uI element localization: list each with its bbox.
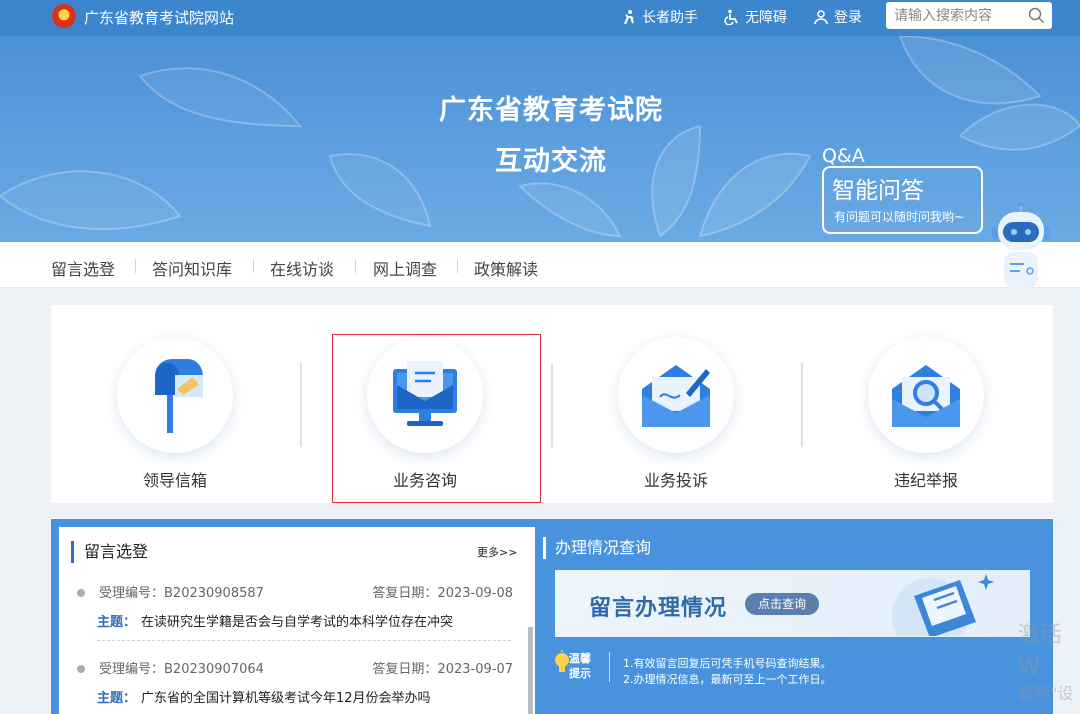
bullet-dot xyxy=(77,589,85,597)
qa-label: Q&A xyxy=(822,145,865,167)
elderly-assistant-link[interactable]: 长者助手 xyxy=(621,7,698,27)
qa-title: 智能问答 xyxy=(832,178,924,204)
site-name[interactable]: 广东省教育考试院网站 xyxy=(84,7,234,28)
nav-divider xyxy=(457,259,458,273)
smart-qa-bubble[interactable]: 智能问答 有问题可以随时问我哟~ xyxy=(822,166,983,234)
top-bar: 广东省教育考试院网站 长者助手 无障碍 登录 xyxy=(0,0,1080,36)
business-complaint-label[interactable]: 业务投诉 xyxy=(596,467,756,491)
robot-mascot-icon[interactable] xyxy=(990,202,1052,290)
tips-divider xyxy=(609,652,610,682)
nav-message-selection[interactable]: 留言选登 xyxy=(51,256,115,280)
tip-line: 1.有效留言回复后可凭手机号码查询结果。 xyxy=(623,657,832,670)
more-link[interactable]: 更多>> xyxy=(477,544,517,560)
query-button[interactable]: 点击查询 xyxy=(745,593,819,615)
status-query-title: 办理情况查询 xyxy=(543,537,651,559)
bottom-section: 留言选登 更多>> 受理编号：B20230908587 答复日期：2023-09… xyxy=(51,519,1053,714)
sub-navigation: 留言选登 答问知识库 在线访谈 网上调查 政策解读 xyxy=(0,242,1080,288)
leader-mailbox-card[interactable] xyxy=(117,337,233,453)
service-divider xyxy=(300,363,302,447)
login-link[interactable]: 登录 xyxy=(813,7,862,27)
reply-date: 答复日期：2023-09-08 xyxy=(372,586,513,601)
service-divider xyxy=(551,363,553,447)
envelope-pen-icon xyxy=(642,365,710,427)
qa-subtitle: 有问题可以随时问我哟~ xyxy=(834,210,965,224)
item-divider xyxy=(97,640,511,641)
bullet-dot xyxy=(77,665,85,673)
service-panel: 领导信箱 业务咨询 业务投诉 违纪举报 xyxy=(51,305,1053,503)
elderly-assistant-label: 长者助手 xyxy=(642,10,698,26)
nav-policy-interpretation[interactable]: 政策解读 xyxy=(474,256,538,280)
business-complaint-card[interactable] xyxy=(618,337,734,453)
user-icon xyxy=(814,10,828,25)
mailbox-icon xyxy=(155,359,203,433)
topic-text[interactable]: 在读研究生学籍是否会与自学考试的本科学位存在冲突 xyxy=(141,611,453,630)
tip-line: 2.办理情况信息，最新可至上一个工作日。 xyxy=(623,673,832,686)
receipt-id: 受理编号：B20230907064 xyxy=(99,662,264,677)
scrollbar[interactable] xyxy=(528,627,533,714)
accessibility-label: 无障碍 xyxy=(745,10,787,26)
accessibility-link[interactable]: 无障碍 xyxy=(724,7,787,27)
topic-label: 主题： xyxy=(97,691,137,706)
topic-label: 主题： xyxy=(97,615,137,630)
nav-divider xyxy=(135,259,136,273)
tips-label: 温馨提示 xyxy=(569,652,591,680)
nav-online-survey[interactable]: 网上调查 xyxy=(373,256,437,280)
envelope-illustration-icon xyxy=(892,574,994,636)
nav-divider xyxy=(355,259,356,273)
topic-text[interactable]: 广东省的全国计算机等级考试今年12月份会举办吗 xyxy=(141,687,431,706)
message-list-title: 留言选登 xyxy=(71,541,148,563)
nav-divider xyxy=(253,259,254,273)
message-list-panel: 留言选登 更多>> 受理编号：B20230908587 答复日期：2023-09… xyxy=(59,527,535,714)
accessibility-icon xyxy=(724,9,738,25)
leader-mailbox-label[interactable]: 领导信箱 xyxy=(95,467,255,491)
elderly-icon xyxy=(624,10,634,25)
search-icon[interactable] xyxy=(1028,7,1045,24)
envelope-search-icon xyxy=(892,365,960,427)
emblem-logo[interactable] xyxy=(52,4,76,28)
reply-date: 答复日期：2023-09-07 xyxy=(372,662,513,677)
banner-title: 广东省教育考试院 xyxy=(439,95,663,126)
banner: 广东省教育考试院 互动交流 Q&A 智能问答 有问题可以随时问我哟~ xyxy=(0,36,1080,242)
nav-qa-knowledge[interactable]: 答问知识库 xyxy=(152,256,232,280)
service-divider xyxy=(801,363,803,447)
status-card-title: 留言办理情况 xyxy=(589,596,728,621)
login-label: 登录 xyxy=(834,10,862,26)
receipt-id: 受理编号：B20230908587 xyxy=(99,586,264,601)
discipline-report-card[interactable] xyxy=(868,337,984,453)
status-query-card[interactable]: 留言办理情况 点击查询 xyxy=(555,570,1030,637)
search-input[interactable] xyxy=(886,2,1016,29)
nav-online-interview[interactable]: 在线访谈 xyxy=(270,256,334,280)
status-query-panel: 办理情况查询 留言办理情况 点击查询 温馨提示 1.有效留言回复后可凭手机号码查… xyxy=(543,527,1043,702)
selected-service-highlight xyxy=(332,334,541,503)
activation-watermark: 激活 W 转到"设 xyxy=(1018,623,1074,703)
search-box xyxy=(886,2,1052,29)
discipline-report-label[interactable]: 违纪举报 xyxy=(846,467,1006,491)
